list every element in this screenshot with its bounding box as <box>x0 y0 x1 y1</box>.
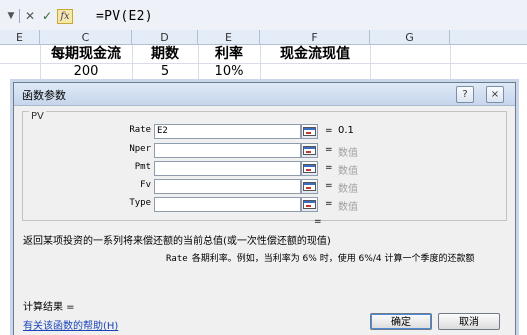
function-name: PV <box>29 111 46 122</box>
arg-label-rate: Rate <box>129 125 151 135</box>
arg-input-pmt[interactable] <box>154 161 301 176</box>
insert-function-icon[interactable]: fx <box>57 8 73 24</box>
cancel-button[interactable]: 取消 <box>438 313 500 330</box>
column-header-e-left[interactable]: E <box>0 30 40 45</box>
arg-label-type: Type <box>129 198 151 208</box>
formula-input[interactable]: =PV(E2) <box>96 9 153 24</box>
argument-description-name: Rate <box>166 254 188 264</box>
argument-description-text: 各期利率。例如，当利率为 6% 时，使用 6%/4 计算一个季度的还款额 <box>191 254 475 264</box>
collapse-dialog-icon[interactable] <box>301 161 318 176</box>
arg-equals-rate: = <box>325 126 333 136</box>
arg-input-nper[interactable] <box>154 143 301 158</box>
arg-result-pmt: 数值 <box>338 166 358 177</box>
help-icon[interactable]: ? <box>456 86 474 103</box>
arg-result-rate: 0.1 <box>338 125 354 136</box>
arg-result-fv: 数值 <box>338 184 358 195</box>
arg-equals-pmt: = <box>325 163 333 173</box>
arg-label-pmt: Pmt <box>134 162 151 172</box>
arg-input-rate[interactable]: E2 <box>154 124 301 139</box>
name-box-dropdown-icon[interactable]: ▼ <box>6 8 16 24</box>
cell-e2[interactable]: 利率 <box>198 45 260 63</box>
collapse-dialog-icon[interactable] <box>301 124 318 139</box>
column-header-blank <box>450 30 527 45</box>
formula-bar: ▼ ✕ ✓ fx =PV(E2) <box>0 0 527 31</box>
arg-label-nper: Nper <box>129 144 151 154</box>
column-header-e[interactable]: E <box>198 30 260 45</box>
argument-description: Rate 各期利率。例如，当利率为 6% 时，使用 6%/4 计算一个季度的还款额 <box>166 251 474 264</box>
cell-c3[interactable]: 200 <box>40 63 132 81</box>
column-divider <box>370 45 371 85</box>
arg-label-fv: Fv <box>140 180 151 190</box>
collapse-dialog-icon[interactable] <box>301 179 318 194</box>
cell-c2[interactable]: 每期现金流 <box>40 45 132 63</box>
arg-equals-nper: = <box>325 145 333 155</box>
function-result-equals: = <box>314 217 322 227</box>
arg-result-nper: 数值 <box>338 148 358 159</box>
formula-bar-buttons: ▼ ✕ ✓ fx <box>6 8 76 24</box>
column-header-g[interactable]: G <box>370 30 450 45</box>
cell-d3[interactable]: 5 <box>132 63 198 81</box>
arg-input-type[interactable] <box>154 197 301 212</box>
column-header-f[interactable]: F <box>260 30 370 45</box>
arg-input-fv[interactable] <box>154 179 301 194</box>
cell-f2[interactable]: 现金流现值 <box>260 45 370 63</box>
function-description: 返回某项投资的一系列将来偿还额的当前总值(或一次性偿还额的现值) <box>23 236 331 247</box>
cell-e3[interactable]: 10% <box>198 63 260 81</box>
dialog-titlebar[interactable]: 函数参数 ? × <box>14 83 515 106</box>
separator <box>19 9 20 23</box>
help-link[interactable]: 有关该函数的帮助(H) <box>23 317 118 332</box>
enter-icon[interactable]: ✓ <box>40 9 54 23</box>
close-icon[interactable]: × <box>486 86 504 103</box>
column-header-c[interactable]: C <box>40 30 132 45</box>
arguments-group: PV Rate E2 = 0.1 Nper = 数值 Pmt = 数值 Fv = <box>22 111 507 221</box>
column-divider <box>450 45 451 85</box>
collapse-dialog-icon[interactable] <box>301 197 318 212</box>
dialog-title: 函数参数 <box>22 89 66 102</box>
ok-button[interactable]: 确定 <box>370 313 432 330</box>
arg-equals-fv: = <box>325 181 333 191</box>
cancel-icon[interactable]: ✕ <box>23 9 37 23</box>
arg-result-type: 数值 <box>338 202 358 213</box>
collapse-dialog-icon[interactable] <box>301 143 318 158</box>
arg-equals-type: = <box>325 199 333 209</box>
calculation-result: 计算结果 = <box>23 302 75 313</box>
function-arguments-dialog: 函数参数 ? × PV Rate E2 = 0.1 Nper = 数值 Pmt … <box>13 82 516 335</box>
cell-d2[interactable]: 期数 <box>132 45 198 63</box>
column-header-d[interactable]: D <box>132 30 198 45</box>
